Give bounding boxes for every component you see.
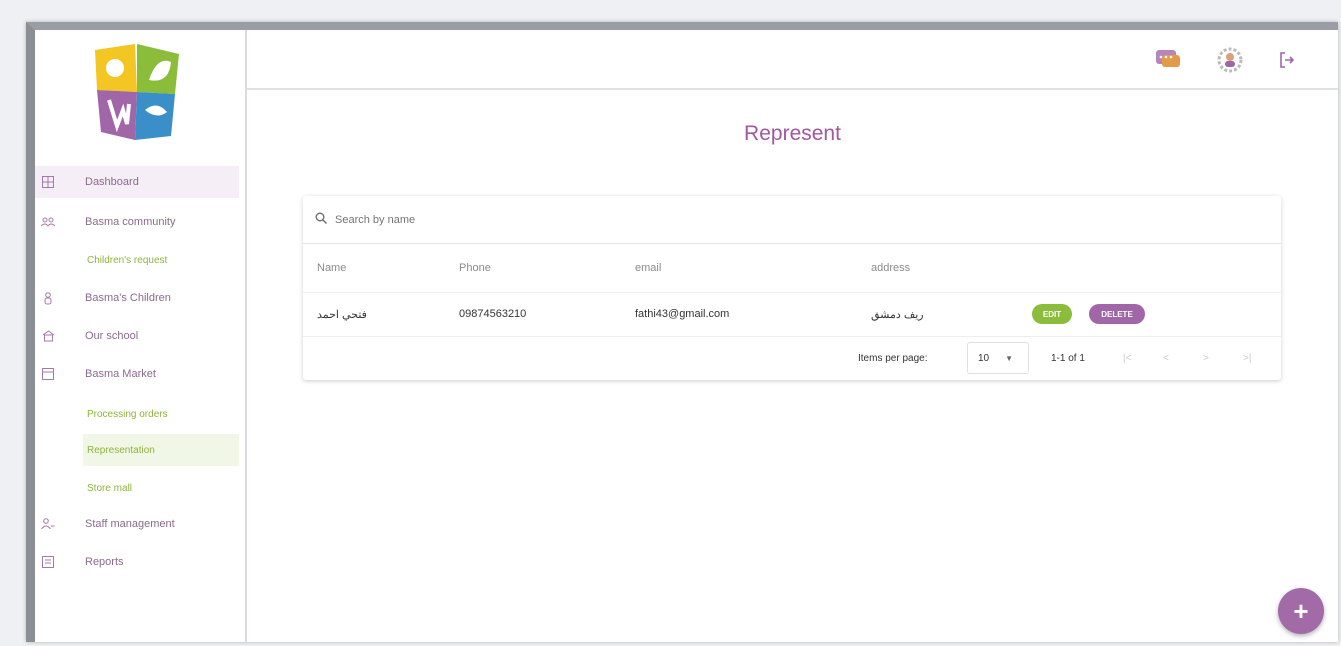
prev-page-icon[interactable]: < xyxy=(1163,336,1169,380)
items-per-page-select[interactable]: 10 ▼ xyxy=(967,342,1029,374)
sidebar-item-label: Staff management xyxy=(85,518,175,530)
sidebar-item-label: Basma's Children xyxy=(85,292,171,304)
sidebar-item-label: Reports xyxy=(85,556,124,568)
sidebar-item-label: Dashboard xyxy=(85,176,139,188)
search-icon xyxy=(315,212,327,227)
cell-name: فتحي احمد xyxy=(317,308,367,321)
first-page-icon[interactable]: |< xyxy=(1123,336,1131,380)
sidebar-item-label: Children's request xyxy=(87,254,168,266)
sidebar-item-label: Representation xyxy=(87,444,155,456)
sidebar-item-dashboard[interactable]: Dashboard xyxy=(35,166,239,198)
table-header: Name Phone email address xyxy=(303,244,1281,293)
sidebar-item-children-s-request[interactable]: Children's request xyxy=(83,244,239,276)
represent-table-card: Name Phone email address فتحي احمد 09874… xyxy=(303,196,1281,380)
items-per-page-label: Items per page: xyxy=(858,352,928,364)
app-window: Dashboard Basma community Children's reque… xyxy=(26,22,1338,642)
sidebar-item-label: Our school xyxy=(85,330,139,342)
sidebar-item-reports[interactable]: Reports xyxy=(35,546,239,578)
sidebar-item-representation[interactable]: Representation xyxy=(83,434,239,466)
sidebar-item-store-mall[interactable]: Store mall xyxy=(83,472,239,504)
school-icon xyxy=(41,329,55,343)
header-name[interactable]: Name xyxy=(317,244,346,292)
header-address[interactable]: address xyxy=(871,244,910,292)
edit-button[interactable]: EDIT xyxy=(1032,304,1072,324)
sidebar-item-basma-market[interactable]: Basma Market xyxy=(35,358,239,390)
community-icon xyxy=(41,215,55,229)
sidebar-item-label: Basma community xyxy=(85,216,176,228)
market-icon xyxy=(41,367,55,381)
cell-address: ريف دمشق xyxy=(871,308,924,321)
items-per-page-value: 10 xyxy=(978,352,990,364)
profile-gear-icon[interactable] xyxy=(1217,47,1243,73)
reports-icon xyxy=(41,555,55,569)
sidebar-item-basma-s-children[interactable]: Basma's Children xyxy=(35,282,239,314)
header-email[interactable]: email xyxy=(635,244,661,292)
range-label: 1-1 of 1 xyxy=(1051,352,1085,364)
add-button[interactable]: + xyxy=(1278,588,1324,634)
paginator: Items per page: 10 ▼ 1-1 of 1 |< < > >| xyxy=(303,336,1281,380)
sidebar-item-label: Processing orders xyxy=(87,408,168,420)
search-bar[interactable] xyxy=(303,196,1281,244)
sidebar-item-basma-community[interactable]: Basma community xyxy=(35,206,239,238)
top-bar xyxy=(247,30,1338,90)
sidebar: Dashboard Basma community Children's reque… xyxy=(35,30,247,642)
sidebar-item-our-school[interactable]: Our school xyxy=(35,320,239,352)
staff-icon xyxy=(41,517,55,531)
chat-icon[interactable] xyxy=(1155,47,1181,73)
sidebar-item-label: Store mall xyxy=(87,482,133,494)
cell-phone: 09874563210 xyxy=(459,308,527,320)
dashboard-icon xyxy=(41,175,55,189)
header-phone[interactable]: Phone xyxy=(459,244,491,292)
sidebar-item-staff-management[interactable]: Staff management xyxy=(35,508,239,540)
delete-button[interactable]: DELETE xyxy=(1089,304,1145,324)
last-page-icon[interactable]: >| xyxy=(1243,336,1251,380)
sidebar-item-label: Basma Market xyxy=(85,368,156,380)
page-title: Represent xyxy=(744,122,841,145)
children-icon xyxy=(41,291,55,305)
cell-email: fathi43@gmail.com xyxy=(635,308,730,320)
next-page-icon[interactable]: > xyxy=(1203,336,1209,380)
table-row: فتحي احمد 09874563210 fathi43@gmail.com … xyxy=(303,292,1281,337)
search-input[interactable] xyxy=(333,212,737,227)
basma-logo xyxy=(95,44,179,140)
logout-icon[interactable] xyxy=(1274,47,1300,73)
chevron-down-icon: ▼ xyxy=(1005,353,1014,363)
sidebar-item-processing-orders[interactable]: Processing orders xyxy=(83,398,239,430)
